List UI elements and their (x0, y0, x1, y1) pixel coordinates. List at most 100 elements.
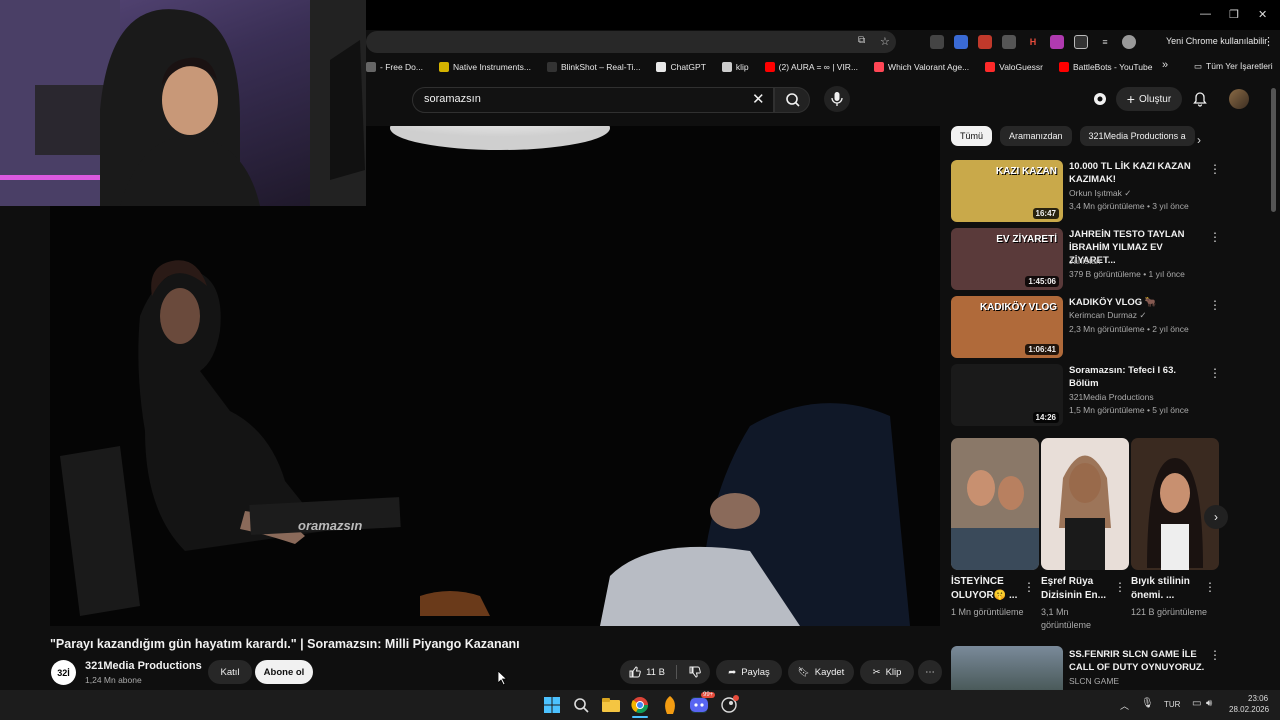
chevron-right-icon[interactable]: › (1197, 133, 1201, 147)
clear-search-icon[interactable]: ✕ (752, 90, 765, 108)
recommendation-menu-icon[interactable]: ⋮ (1209, 648, 1221, 662)
clock-time[interactable]: 23:06 (1248, 694, 1268, 703)
extension-icon[interactable] (930, 35, 944, 49)
short-title[interactable]: Bıyık stilinin önemi. ... (1131, 575, 1201, 603)
recommendation-menu-icon[interactable]: ⋮ (1209, 366, 1221, 380)
microphone-icon[interactable]: 🎙︎ (1141, 698, 1154, 709)
recommendation-channel[interactable]: Orkun Işıtmak ✓ (1069, 188, 1131, 199)
recommendation-title[interactable]: 10.000 TL LİK KAZI KAZAN KAZIMAK! (1069, 160, 1205, 186)
bookmark-item[interactable]: Which Valorant Age... (874, 62, 969, 72)
network-icon[interactable]: ▭ (1192, 698, 1201, 709)
video-thumbnail[interactable]: EV ZİYARETİ 1:45:06 (951, 228, 1063, 290)
short-menu-icon[interactable]: ⋮ (1023, 580, 1035, 594)
recommendation-channel[interactable]: Jahistan (1069, 256, 1101, 266)
chrome-menu-icon[interactable]: ⋮ (1263, 35, 1274, 48)
chip-channel[interactable]: 321Media Productions a (1079, 126, 1195, 146)
close-window-icon[interactable]: ✕ (1258, 8, 1267, 21)
recommendation-channel[interactable]: 321Media Productions (1069, 392, 1154, 402)
volume-icon[interactable]: 🔊︎ (1206, 698, 1212, 709)
user-avatar[interactable] (1229, 89, 1249, 109)
video-duration: 1:06:41 (1025, 344, 1059, 355)
recommendation-item[interactable]: KAZI KAZAN 16:47 10.000 TL LİK KAZI KAZAN … (951, 160, 1221, 222)
bookmark-item[interactable]: BattleBots - YouTube (1058, 62, 1152, 72)
short-title[interactable]: İSTEYİNCE OLUYOR🤫 ... (951, 575, 1021, 603)
search-icon[interactable] (571, 695, 591, 715)
bookmark-item[interactable]: (2) AURA = ∞ | VIR... (764, 62, 858, 72)
join-button[interactable]: Katıl (208, 660, 252, 684)
bookmark-item[interactable]: ValoGuessr (985, 62, 1043, 72)
clip-label: Klip (885, 666, 902, 678)
bookmark-star-icon[interactable]: ☆ (880, 35, 890, 48)
short-menu-icon[interactable]: ⋮ (1114, 580, 1126, 594)
chip-all[interactable]: Tümü (951, 126, 993, 146)
chrome-icon[interactable] (630, 695, 650, 715)
keyboard-language[interactable]: TUR (1164, 700, 1180, 709)
file-explorer-icon[interactable] (601, 695, 621, 715)
recommendation-channel[interactable]: Kerimcan Durmaz ✓ (1069, 310, 1147, 321)
short-title[interactable]: Eşref Rüya Dizisinin En... (1041, 575, 1111, 603)
recommendation-menu-icon[interactable]: ⋮ (1209, 230, 1221, 244)
recommendation-item[interactable]: KADIKÖY VLOG 1:06:41 KADIKÖY VLOG 🐂 Kerimca… (951, 296, 1221, 358)
short-menu-icon[interactable]: ⋮ (1204, 580, 1216, 594)
extension-icon[interactable] (1050, 35, 1064, 49)
fl-studio-icon[interactable] (660, 695, 680, 715)
create-button[interactable]: + Oluştur (1116, 87, 1182, 111)
media-icon[interactable]: ≡ (1098, 35, 1112, 49)
minimize-icon[interactable]: — (1200, 8, 1211, 20)
recommendation-menu-icon[interactable]: ⋮ (1209, 298, 1221, 312)
extension-badge-icon[interactable] (978, 35, 992, 49)
more-bookmarks-icon[interactable]: » (1162, 59, 1168, 71)
clip-button[interactable]: ✂ Klip (860, 660, 914, 684)
search-button[interactable] (774, 87, 810, 113)
video-thumbnail[interactable]: KADIKÖY VLOG 1:06:41 (951, 296, 1063, 358)
chip-from-search[interactable]: Aramanızdan (1000, 126, 1072, 146)
bookmark-item[interactable]: BlinkShot – Real-Ti... (546, 62, 640, 72)
voice-search-button[interactable] (824, 86, 850, 112)
bookmark-item[interactable]: klip (721, 62, 749, 72)
subscribe-button[interactable]: Abone ol (255, 660, 313, 684)
short-thumbnail[interactable] (951, 438, 1039, 570)
clock-date[interactable]: 28.02.2026 (1229, 705, 1269, 714)
restore-icon[interactable]: ❐ (1229, 8, 1239, 21)
bookmark-label: Which Valorant Age... (888, 62, 970, 72)
recommendation-item[interactable]: EV ZİYARETİ 1:45:06 JAHREİN TESTO TAYLAN İ… (951, 228, 1221, 290)
shorts-next-icon[interactable]: › (1204, 505, 1228, 529)
notifications-bell-icon[interactable] (1192, 91, 1208, 112)
translate-extension-icon[interactable] (954, 35, 968, 49)
install-app-icon[interactable]: ⧉ (858, 35, 865, 46)
search-query[interactable]: soramazsın (424, 93, 481, 105)
channel-name[interactable]: 321Media Productions (85, 660, 202, 672)
recommendation-item[interactable]: 14:26 Soramazsın: Tefeci I 63. Bölüm 321Me… (951, 364, 1221, 426)
short-thumbnail[interactable] (1131, 438, 1219, 570)
recommendation-title[interactable]: SS.FENRIR SLCN GAME İLE CALL OF DUTY OYN… (1069, 648, 1209, 674)
more-actions-icon[interactable]: ⋯ (918, 660, 942, 684)
video-thumbnail[interactable] (951, 646, 1063, 690)
recommendation-menu-icon[interactable]: ⋮ (1209, 162, 1221, 176)
video-thumbnail[interactable]: 14:26 (951, 364, 1063, 426)
bookmark-item[interactable]: - Free Do... (366, 62, 423, 72)
address-bar[interactable]: ☆ ⧉ (366, 31, 896, 53)
like-button[interactable]: 11 B (628, 665, 665, 679)
video-thumbnail[interactable]: KAZI KAZAN 16:47 (951, 160, 1063, 222)
all-bookmarks-button[interactable]: ▭ Tüm Yer İşaretleri (1194, 61, 1273, 72)
save-button[interactable]: 🔖︎ Kaydet (788, 660, 854, 684)
share-button[interactable]: ➦ Paylaş (716, 660, 782, 684)
recommendation-channel[interactable]: SLCN GAME (1069, 676, 1119, 686)
hls-extension-icon[interactable]: H (1026, 35, 1040, 49)
discord-icon[interactable] (689, 695, 709, 715)
bookmark-item[interactable]: ChatGPT (656, 62, 706, 72)
profile-icon[interactable] (1122, 35, 1136, 49)
download-icon[interactable] (1002, 35, 1016, 49)
thumbs-down-icon[interactable] (688, 665, 702, 679)
bookmark-item[interactable]: Native Instruments... (438, 62, 531, 72)
recommendation-title[interactable]: Soramazsın: Tefeci I 63. Bölüm (1069, 364, 1205, 390)
chrome-update-label[interactable]: Yeni Chrome kullanılabilir (1166, 36, 1267, 46)
channel-avatar[interactable]: 32İ (51, 660, 76, 685)
short-thumbnail[interactable] (1041, 438, 1129, 570)
puzzle-icon[interactable] (1074, 35, 1088, 49)
tray-chevron-icon[interactable]: ︿ (1120, 699, 1129, 712)
recommendation-title[interactable]: KADIKÖY VLOG 🐂 (1069, 296, 1205, 309)
windows-start-icon[interactable] (542, 695, 562, 715)
extension-gear-icon[interactable] (1092, 91, 1108, 112)
page-scrollbar[interactable] (1271, 88, 1276, 212)
